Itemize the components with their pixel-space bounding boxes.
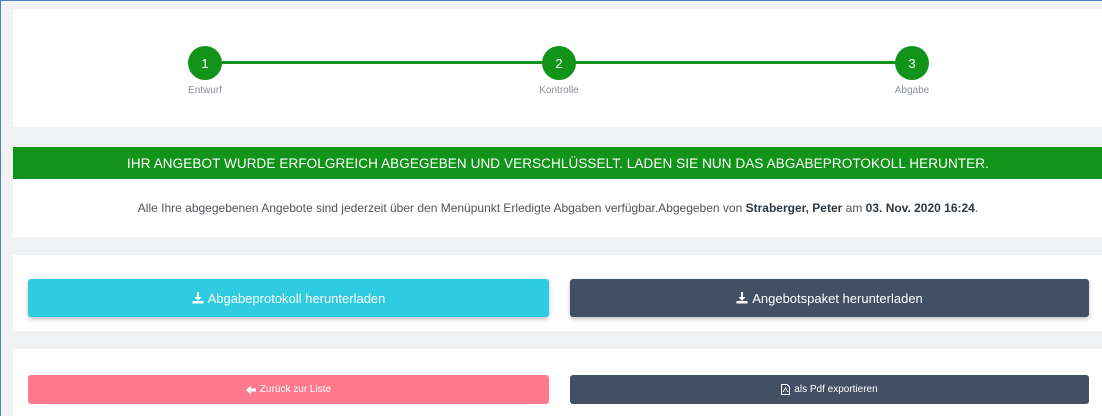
step-2-label: Kontrolle [539, 85, 579, 96]
step-2-circle: 2 [542, 46, 576, 80]
submitter-name: Straberger, Peter [745, 201, 843, 215]
export-pdf-label: als Pdf exportieren [794, 384, 878, 395]
page-frame: 1 Entwurf 2 Kontrolle 3 Abgabe IHR ANGEB… [0, 0, 1102, 416]
actions-panel: Zurück zur Liste als Pdf exportieren [13, 349, 1102, 416]
step-connector-1-2 [222, 61, 562, 64]
download-package-label: Angebotspaket herunterladen [752, 290, 923, 306]
success-banner-text: IHR ANGEBOT WURDE ERFOLGREICH ABGEGEBEN … [127, 155, 989, 171]
success-banner: IHR ANGEBOT WURDE ERFOLGREICH ABGEGEBEN … [13, 147, 1102, 179]
back-to-list-button[interactable]: Zurück zur Liste [28, 375, 549, 404]
back-to-list-label: Zurück zur Liste [259, 384, 332, 395]
step-1-circle: 1 [188, 46, 222, 80]
submission-datetime: 03. Nov. 2020 16:24 [865, 201, 975, 215]
step-3-label: Abgabe [894, 85, 930, 96]
info-prefix: Alle Ihre abgegebenen Angebote sind jede… [137, 201, 746, 215]
submission-info: Alle Ihre abgegebenen Angebote sind jede… [13, 179, 1102, 237]
step-1-label: Entwurf [188, 85, 222, 96]
download-icon [736, 292, 748, 304]
step-3-circle: 3 [895, 46, 929, 80]
download-protocol-label: Abgabeprotokoll herunterladen [207, 290, 386, 306]
download-icon [192, 292, 204, 304]
pdf-file-icon [781, 384, 791, 395]
info-middle: am [842, 201, 866, 215]
download-protocol-button[interactable]: Abgabeprotokoll herunterladen [28, 279, 549, 317]
download-package-button[interactable]: Angebotspaket herunterladen [570, 279, 1089, 317]
export-pdf-button[interactable]: als Pdf exportieren [570, 375, 1089, 404]
arrow-left-icon [245, 385, 256, 395]
download-panel: Abgabeprotokoll herunterladen Angebotspa… [13, 255, 1102, 331]
progress-stepper: 1 Entwurf 2 Kontrolle 3 Abgabe [13, 9, 1102, 127]
step-connector-2-3 [575, 61, 913, 64]
info-suffix: . [974, 201, 979, 215]
